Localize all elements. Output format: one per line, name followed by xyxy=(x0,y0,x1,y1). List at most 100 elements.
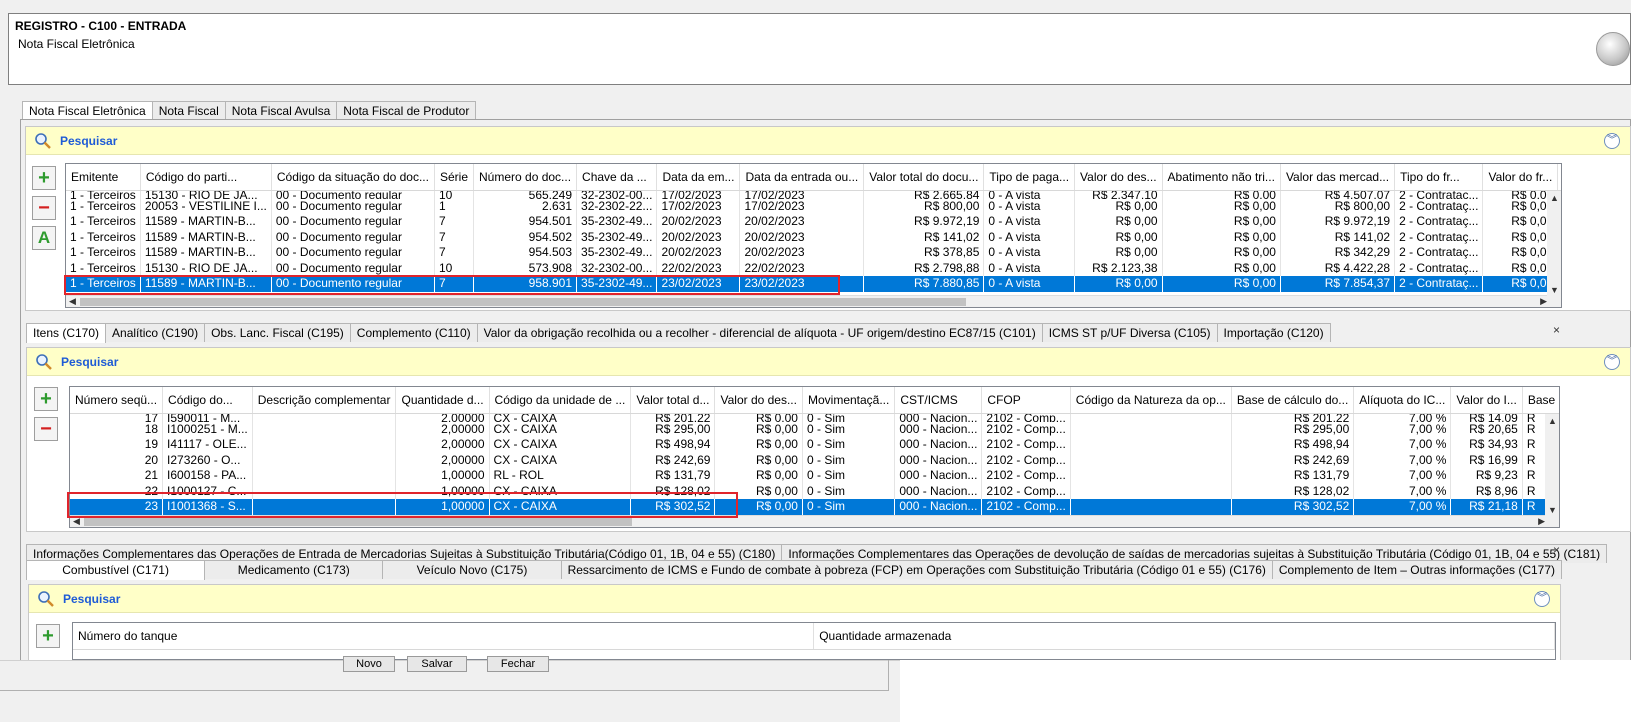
column-header[interactable]: Valor das mercad... xyxy=(1280,164,1396,191)
remove-record-button[interactable]: − xyxy=(32,196,56,220)
chevron-down-icon[interactable]: ︾ xyxy=(1604,133,1620,149)
c170-grid[interactable]: Número seqü... Código do... Descrição comp… xyxy=(69,386,1560,528)
column-header[interactable]: Valor do des... xyxy=(1074,164,1163,191)
item-tab-3[interactable]: Complemento (C110) xyxy=(349,323,478,342)
column-header[interactable]: Código da Natureza da op... xyxy=(1070,387,1232,414)
item-tab-4[interactable]: Valor da obrigação recolhida ou a recolh… xyxy=(476,323,1043,342)
scroll-right-icon[interactable]: ▶ xyxy=(1538,516,1545,527)
column-header[interactable]: Quantidade d... xyxy=(395,387,490,414)
add-item-button[interactable]: + xyxy=(34,387,58,411)
column-header[interactable]: Data da em... xyxy=(656,164,741,191)
item-detail-tab-2[interactable]: Veículo Novo (C175) xyxy=(382,560,562,579)
search-bar-c171[interactable]: Pesquisar ︾ xyxy=(29,585,1560,613)
item-tab-2[interactable]: Obs. Lanc. Fiscal (C195) xyxy=(204,323,351,342)
table-row[interactable]: 1 - Terceiros 20053 - VESTILINE I... 00 - … xyxy=(66,198,1561,214)
scroll-right-icon[interactable]: ▶ xyxy=(1540,296,1547,307)
column-header[interactable]: Valor do fr... xyxy=(1482,164,1559,191)
table-row[interactable]: 22 I1000127 - C... 1,00000 CX - CAIXA R$ 128… xyxy=(70,483,1559,499)
add-record-button[interactable]: + xyxy=(32,166,56,190)
column-header[interactable]: CFOP xyxy=(981,387,1071,414)
table-row[interactable]: 21 I600158 - PA... 1,00000 RL - ROL R$ 131,7… xyxy=(70,468,1559,484)
column-header[interactable]: Valor do s xyxy=(1557,164,1561,191)
scroll-left-icon[interactable]: ◀ xyxy=(73,516,80,527)
remove-item-button[interactable]: − xyxy=(34,417,58,441)
table-row[interactable]: 17 I590011 - M... 2,00000 CX - CAIXA R$ 201,… xyxy=(70,413,1559,422)
close-icon[interactable]: × xyxy=(1553,323,1560,337)
scroll-thumb[interactable] xyxy=(80,298,966,306)
item-detail-tab-0[interactable]: Combustível (C171) xyxy=(26,560,206,580)
table-row[interactable]: 1 - Terceiros 15130 - RIO DE JA... 00 - Do… xyxy=(66,260,1561,276)
c100-grid[interactable]: Emitente Código do parti... Código da situ… xyxy=(65,163,1562,308)
column-header[interactable]: Valor do I... xyxy=(1450,387,1523,414)
new-button[interactable]: Novo xyxy=(343,656,395,672)
table-row[interactable]: 1 - Terceiros 11589 - MARTIN-B... 00 - Doc… xyxy=(66,245,1561,261)
item-tab-6[interactable]: Importação (C120) xyxy=(1216,323,1331,342)
document-type-tab-1[interactable]: Nota Fiscal xyxy=(151,101,226,120)
column-header[interactable]: Chave da ... xyxy=(576,164,658,191)
column-header[interactable]: Número do tanque xyxy=(73,623,815,650)
column-header[interactable]: Abatimento não tri... xyxy=(1162,164,1281,191)
scroll-down-icon[interactable]: ▼ xyxy=(1548,505,1557,515)
column-header[interactable]: Valor do des... xyxy=(714,387,803,414)
column-header[interactable]: Emitente xyxy=(66,164,141,191)
column-header[interactable]: Base de cálculo do... xyxy=(1231,387,1355,414)
close-button[interactable]: Fechar xyxy=(487,656,549,672)
c100-horizontal-scrollbar[interactable]: ◀ ▶ xyxy=(66,295,1550,307)
document-type-tab-0[interactable]: Nota Fiscal Eletrônica xyxy=(22,101,153,121)
column-header[interactable]: Base de cálculo d xyxy=(1522,387,1559,414)
column-header[interactable]: Alíquota do IC... xyxy=(1353,387,1452,414)
c170-vertical-scrollbar[interactable]: ▲ ▼ xyxy=(1545,414,1559,527)
document-type-tab-2[interactable]: Nota Fiscal Avulsa xyxy=(224,101,338,120)
column-header[interactable]: Valor total do docu... xyxy=(863,164,985,191)
column-header[interactable]: Descrição complementar xyxy=(252,387,397,414)
table-cell: 7 xyxy=(434,214,475,230)
chevron-down-icon[interactable]: ︾ xyxy=(1604,354,1620,370)
scroll-up-icon[interactable]: ▲ xyxy=(1548,416,1557,426)
selected-table-row[interactable]: 1 - Terceiros 11589 - MARTIN-B... 00 - Doc… xyxy=(66,276,1561,292)
item-tab-1[interactable]: Analítico (C190) xyxy=(105,323,206,342)
column-header[interactable]: Código da situação do doc... xyxy=(271,164,435,191)
table-row[interactable]: 20 I273260 - O... 2,00000 CX - CAIXA R$ 242,… xyxy=(70,452,1559,468)
c171-grid[interactable]: Número do tanque Quantidade armazenada xyxy=(72,622,1556,660)
c170-horizontal-scrollbar[interactable]: ◀ ▶ xyxy=(70,515,1548,527)
table-row[interactable]: 1 - Terceiros 11589 - MARTIN-B... 00 - Doc… xyxy=(66,214,1561,230)
table-row[interactable]: 1 - Terceiros 15130 - RIO DE JA... 00 - Do… xyxy=(66,190,1561,199)
close-icon[interactable]: × xyxy=(1553,543,1560,557)
column-header[interactable]: Tipo de paga... xyxy=(983,164,1076,191)
column-header[interactable]: Número do doc... xyxy=(473,164,578,191)
table-row[interactable]: 1 - Terceiros 11589 - MARTIN-B... 00 - Doc… xyxy=(66,229,1561,245)
column-header[interactable]: Valor total d... xyxy=(630,387,716,414)
table-cell: 000 - Nacion... xyxy=(894,421,983,437)
column-header[interactable]: Código da unidade de ... xyxy=(489,387,632,414)
scroll-thumb[interactable] xyxy=(84,518,632,526)
column-header[interactable]: Código do... xyxy=(162,387,253,414)
item-tab-0[interactable]: Itens (C170) xyxy=(26,323,107,343)
scroll-up-icon[interactable]: ▲ xyxy=(1550,193,1559,203)
column-header[interactable]: Data da entrada ou... xyxy=(739,164,865,191)
item-detail-tab-3[interactable]: Ressarcimento de ICMS e Fundo de combate… xyxy=(560,560,1273,579)
item-detail-tab-4[interactable]: Complemento de Item – Outras informações… xyxy=(1271,560,1563,579)
table-row[interactable]: 18 I1000251 - M... 2,00000 CX - CAIXA R$ 295… xyxy=(70,421,1559,437)
c100-vertical-scrollbar[interactable]: ▲ ▼ xyxy=(1547,191,1561,307)
column-header[interactable]: CST/ICMS xyxy=(894,387,983,414)
item-tab-5[interactable]: ICMS ST p/UF Diversa (C105) xyxy=(1041,323,1218,342)
table-row[interactable]: 19 I41117 - OLE... 2,00000 CX - CAIXA R$ 498… xyxy=(70,437,1559,453)
add-fuel-button[interactable]: + xyxy=(36,624,60,648)
column-header[interactable]: Tipo do fr... xyxy=(1394,164,1484,191)
document-type-tab-3[interactable]: Nota Fiscal de Produtor xyxy=(336,101,477,120)
selected-table-row[interactable]: 23 I1001368 - S... 1,00000 CX - CAIXA R$ 302… xyxy=(70,499,1559,515)
column-header[interactable]: Movimentaçã... xyxy=(802,387,896,414)
save-button[interactable]: Salvar xyxy=(407,656,467,672)
column-header[interactable]: Quantidade armazenada xyxy=(813,623,1555,650)
scroll-left-icon[interactable]: ◀ xyxy=(69,296,76,307)
table-cell: R$ 0,00 xyxy=(714,468,803,484)
column-header[interactable]: Código do parti... xyxy=(140,164,272,191)
edit-record-button[interactable]: A xyxy=(32,226,56,250)
chevron-down-icon[interactable]: ︾ xyxy=(1534,591,1550,607)
scroll-down-icon[interactable]: ▼ xyxy=(1550,285,1559,295)
column-header[interactable]: Número seqü... xyxy=(70,387,164,414)
search-bar-c170[interactable]: Pesquisar ︾ xyxy=(27,348,1630,376)
search-bar-c100[interactable]: Pesquisar ︾ xyxy=(26,127,1630,155)
item-detail-tab-1[interactable]: Medicamento (C173) xyxy=(204,560,384,579)
column-header[interactable]: Série xyxy=(434,164,475,191)
